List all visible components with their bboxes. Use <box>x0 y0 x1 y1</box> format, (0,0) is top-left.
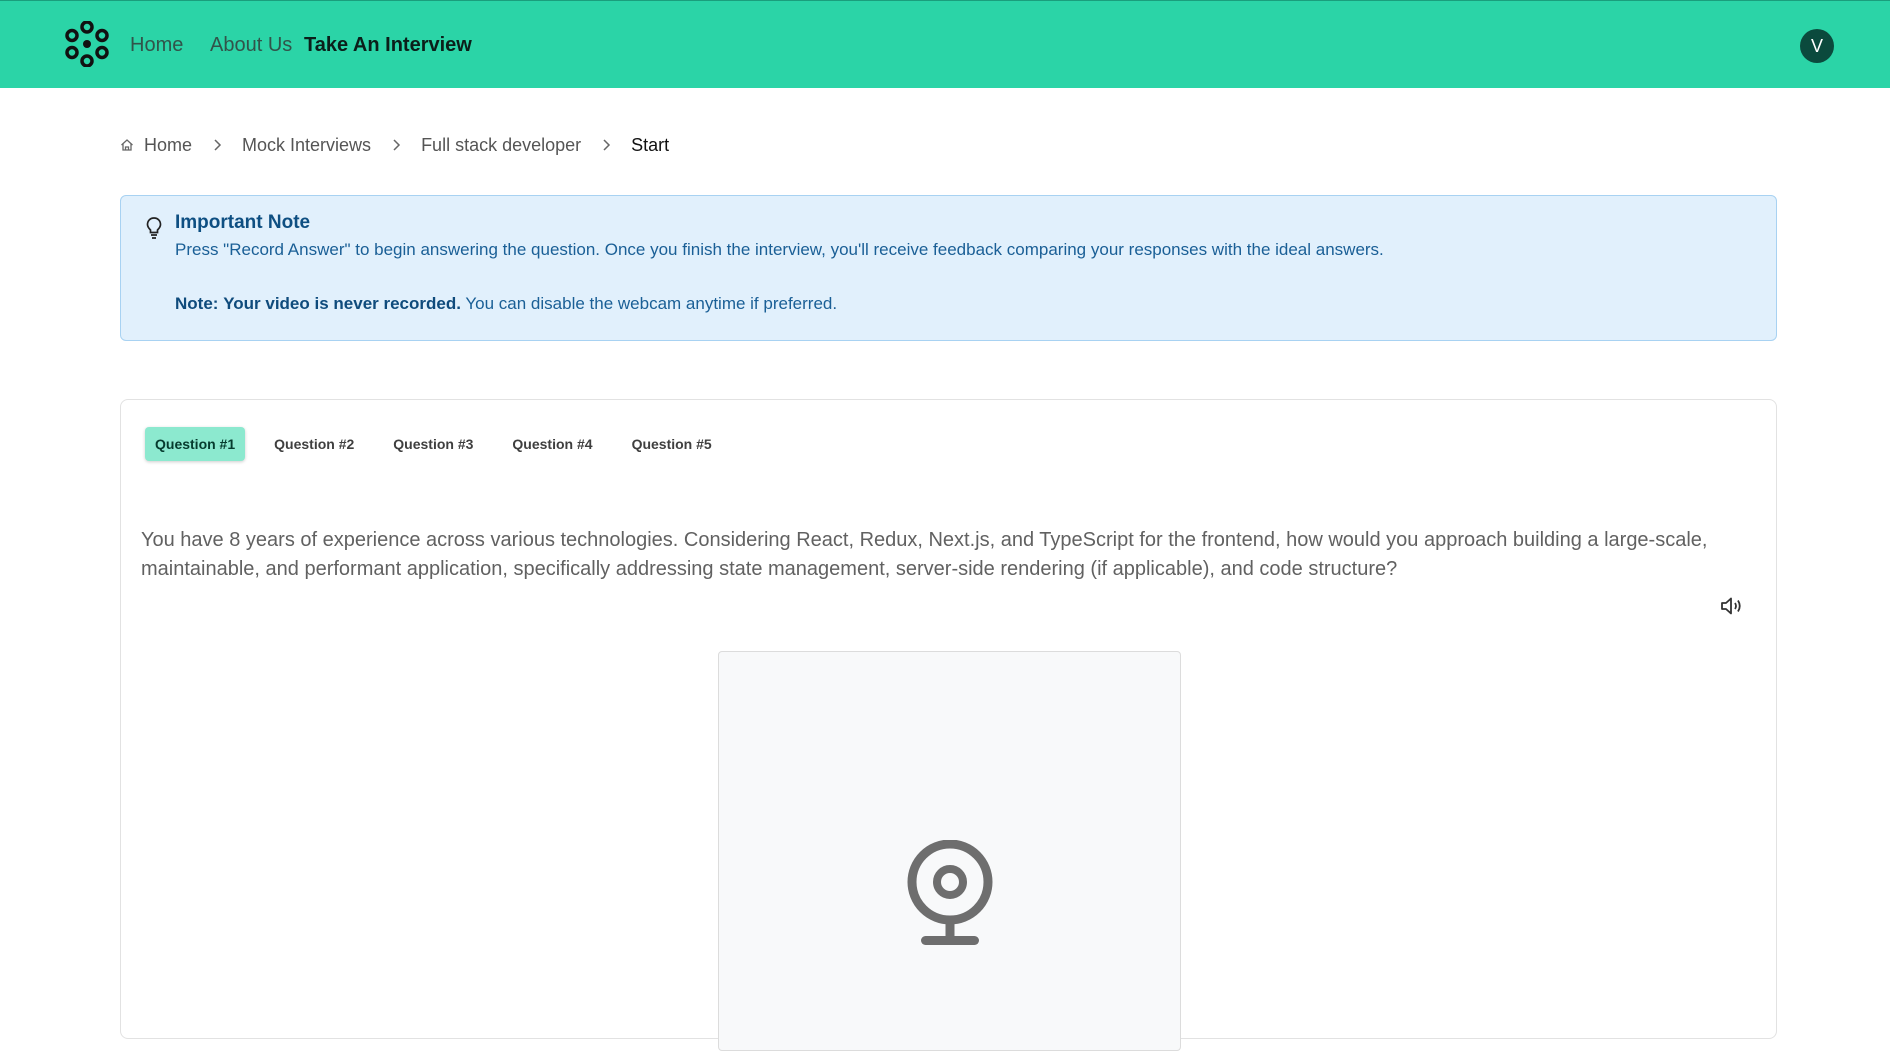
breadcrumb-start: Start <box>631 134 670 155</box>
chevron-right-icon <box>391 138 401 152</box>
logo-icon[interactable] <box>64 21 110 67</box>
webcam-placeholder <box>718 651 1181 1051</box>
note-rest-text: You can disable the webcam anytime if pr… <box>460 294 838 313</box>
breadcrumb-full-stack-developer[interactable]: Full stack developer <box>421 135 581 156</box>
breadcrumb-mock-interviews[interactable]: Mock Interviews <box>242 135 371 156</box>
top-navbar: Home About Us Take An Interview V <box>0 0 1890 88</box>
note-text: Press "Record Answer" to begin answering… <box>175 240 1384 259</box>
tab-question-1[interactable]: Question #1 <box>145 427 246 461</box>
note-label: Note: <box>175 294 219 313</box>
note-bold-text: Your video is never recorded. <box>223 294 461 313</box>
tab-question-2[interactable]: Question #2 <box>264 427 364 461</box>
webcam-icon <box>907 840 993 945</box>
tab-question-3[interactable]: Question #3 <box>383 427 483 461</box>
lightbulb-icon <box>146 217 162 239</box>
nav-home[interactable]: Home <box>130 34 183 57</box>
interview-card: Question #1 Question #2 Question #3 Ques… <box>120 399 1777 1051</box>
question-tabs: Question #1 Question #2 Question #3 Ques… <box>145 427 741 461</box>
tab-question-5[interactable]: Question #5 <box>622 427 722 461</box>
breadcrumb-label: Home <box>144 134 193 155</box>
user-avatar[interactable]: V <box>1800 29 1834 63</box>
breadcrumb-home[interactable]: Home <box>120 135 192 156</box>
chevron-right-icon <box>601 138 611 152</box>
breadcrumb: Home Mock Interviews Full stack develope… <box>120 134 669 156</box>
question-text: You have 8 years of experience across va… <box>141 529 1708 580</box>
nav-take-an-interview[interactable]: Take An Interview <box>304 34 472 57</box>
home-icon <box>121 139 133 151</box>
note-title: Important Note <box>175 212 311 233</box>
nav-about-us[interactable]: About Us <box>210 34 292 57</box>
chevron-right-icon <box>212 138 222 152</box>
note-privacy: Note: Your video is never recorded. You … <box>175 294 837 314</box>
important-note-alert: Important Note Press "Record Answer" to … <box>120 195 1777 341</box>
tab-question-4[interactable]: Question #4 <box>502 427 602 461</box>
speaker-icon[interactable] <box>1719 595 1745 617</box>
